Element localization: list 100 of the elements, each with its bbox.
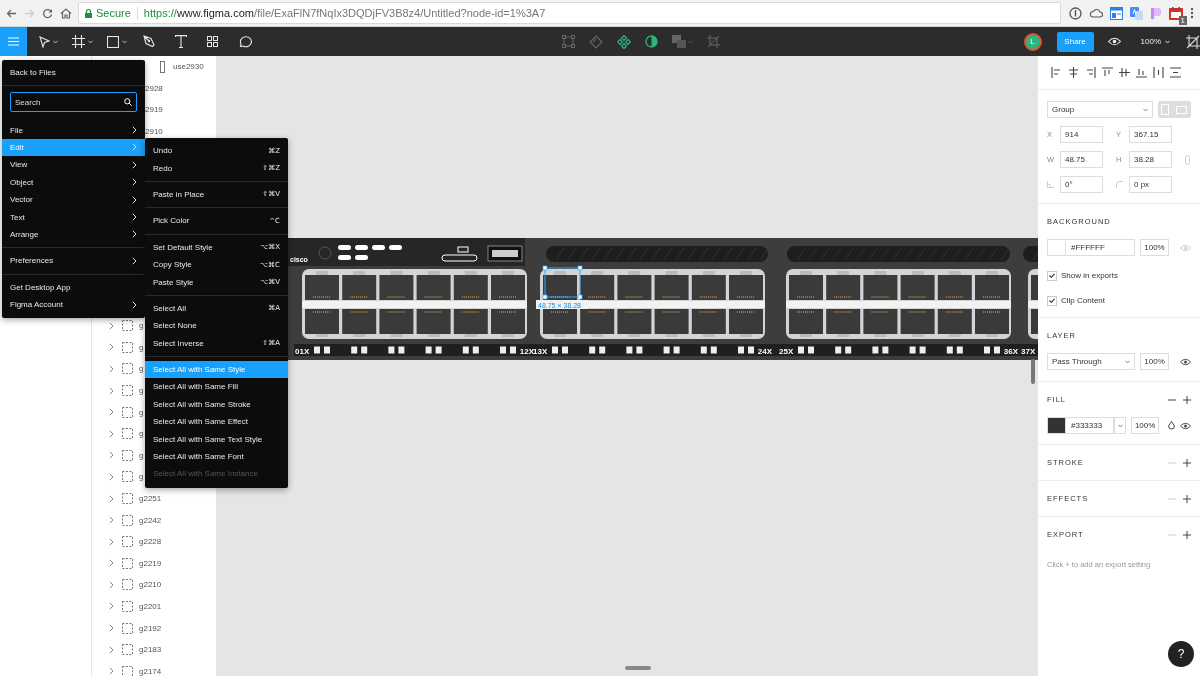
align-icon[interactable] [1119,67,1130,78]
layer-name[interactable]: g2183 [139,645,162,655]
number-field[interactable]: 914 [1060,126,1103,143]
calendar-icon[interactable] [1169,6,1183,20]
plus-icon[interactable] [1183,395,1191,404]
chevron-icon[interactable] [109,451,114,460]
chevron-icon[interactable] [109,645,114,654]
number-field[interactable]: 367.15 [1129,126,1172,143]
selection-box[interactable] [542,265,583,300]
chevron-icon[interactable] [109,494,114,503]
menu-item[interactable]: Object [2,173,145,191]
plus-icon[interactable] [1183,494,1191,503]
address-bar[interactable]: Secure https://www.figma.com/file/ExaFlN7fNqIx3DQDjFV3B8z4/Untitled?node-id=1%3A7 [78,2,1061,24]
layer-name[interactable]: g2228 [139,537,162,547]
menu-item[interactable]: Select None [145,317,288,335]
more-icon[interactable] [1190,7,1194,19]
layer-name[interactable]: g [139,321,144,331]
home-icon[interactable] [60,7,72,19]
layer-name[interactable]: g [139,342,144,352]
align-icon[interactable] [1170,67,1181,78]
number-field[interactable]: 48.75 [1060,151,1103,168]
component-icon[interactable] [617,34,631,49]
extension-shape-icon[interactable] [1150,6,1162,20]
scrollbar[interactable] [625,666,651,670]
layer-name[interactable]: 2928 [145,83,163,93]
menu-item[interactable]: Select All with Same Effect [145,413,288,431]
info-icon[interactable] [1069,6,1082,20]
checkbox[interactable] [1047,295,1057,306]
caret-icon[interactable] [122,39,127,44]
blend-mode-dropdown[interactable]: Pass Through [1047,353,1136,370]
translate-icon[interactable] [1130,6,1143,20]
cloud-icon[interactable] [1089,8,1103,18]
frame-selection-icon[interactable] [562,35,575,48]
layer-name[interactable]: g [139,429,144,439]
layer-name[interactable]: use2930 [173,62,204,72]
layer-name[interactable]: g2210 [139,580,162,590]
menu-item[interactable]: Vector [2,190,145,209]
text-tool[interactable] [173,33,189,50]
chevron-icon[interactable] [109,624,114,633]
layer-name[interactable]: g2251 [139,494,162,503]
menu-item[interactable]: Select All with Same Stroke [145,395,288,414]
chevron-icon[interactable] [109,472,114,481]
align-icon[interactable] [1153,67,1164,78]
pen-tool[interactable] [141,33,157,50]
menu-item[interactable]: Select All with Same Text Style [145,430,288,448]
zoom-menu[interactable]: 100% [1134,36,1176,47]
plus-icon[interactable] [1183,530,1191,539]
caret-icon[interactable] [53,39,58,44]
chevron-icon[interactable] [109,408,114,417]
crop-icon[interactable] [707,35,720,48]
layer-name[interactable]: g2192 [139,623,162,633]
layer-name[interactable]: g [139,450,144,460]
reload-icon[interactable] [42,7,53,19]
chevron-icon[interactable] [109,429,114,438]
window-icon[interactable] [1110,6,1123,20]
menu-item[interactable]: Preferences [2,252,145,270]
menu-item[interactable]: Back to Files [2,64,145,82]
resize-frame-icon[interactable] [1186,34,1200,49]
chevron-icon[interactable] [109,386,114,395]
chevron-icon[interactable] [109,321,114,330]
layer-name[interactable]: 2919 [145,105,163,115]
eye-icon[interactable] [1180,357,1191,366]
color-field[interactable]: #333333 [1047,417,1115,434]
radius-field[interactable]: 0 px [1129,176,1172,193]
rotation-field[interactable]: 0° [1060,176,1103,193]
menu-item[interactable]: View [2,156,145,174]
chevron-icon[interactable] [109,667,114,676]
color-field[interactable]: #FFFFFF [1047,239,1135,256]
chevron-icon[interactable] [109,602,114,611]
chevron-icon[interactable] [109,516,114,525]
layer-name[interactable]: g2242 [139,515,162,525]
layer-name[interactable]: g [139,364,144,374]
scrollbar[interactable] [1031,359,1035,384]
back-icon[interactable] [6,7,17,19]
color-style-dropdown[interactable] [1114,417,1127,434]
layer-name[interactable]: g [139,472,144,482]
eye-icon[interactable] [1180,421,1191,430]
type-dropdown[interactable]: Group [1047,101,1153,118]
move-tool[interactable] [37,33,60,50]
chevron-icon[interactable] [109,343,114,352]
caret-icon[interactable] [88,39,93,44]
chevron-icon[interactable] [109,580,114,589]
help-button[interactable]: ? [1168,641,1194,667]
menu-item[interactable]: Figma Account [2,295,145,314]
plus-icon[interactable] [1183,458,1191,467]
components-tool[interactable] [205,34,220,49]
opacity-field[interactable]: 100% [1140,353,1169,370]
menu-item[interactable]: Text [2,208,145,226]
layer-name[interactable]: g [139,386,144,396]
menu-item[interactable]: Arrange [2,225,145,244]
menu-item[interactable]: Select All with Same Font [145,447,288,466]
menu-item[interactable]: Get Desktop App [2,278,145,296]
shape-tool[interactable] [105,33,129,50]
layer-name[interactable]: g2174 [139,666,162,676]
frame-tool[interactable] [70,33,95,50]
layer-name[interactable]: g2219 [139,558,162,568]
chevron-icon[interactable] [109,364,114,373]
opacity-field[interactable]: 100% [1131,417,1159,434]
chevron-icon[interactable] [109,537,114,546]
checkbox[interactable] [1047,270,1057,281]
